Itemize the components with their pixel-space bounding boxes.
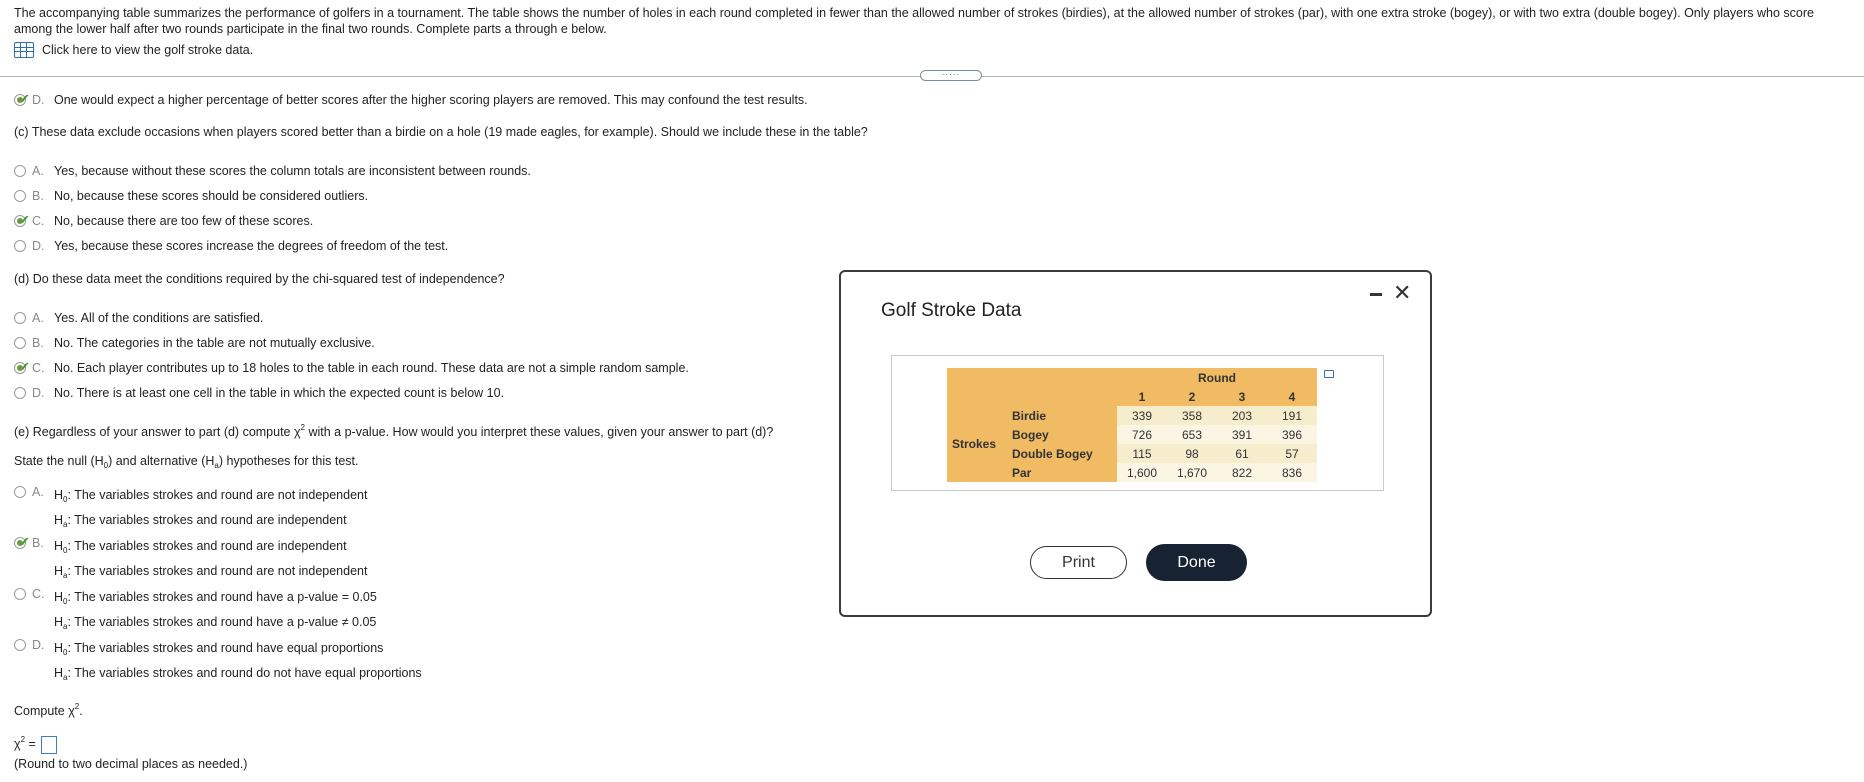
partc-question: (c) These data exclude occasions when pl… [14,125,868,139]
radio-icon[interactable] [14,337,26,349]
parte-option-d[interactable]: D. H0: The variables strokes and round h… [14,638,422,688]
partd-question: (d) Do these data meet the conditions re… [14,272,505,286]
partd-option-a[interactable]: A. Yes. All of the conditions are satisf… [14,311,263,325]
table-grid-icon [14,42,34,58]
copy-table-icon[interactable] [1324,370,1334,378]
hypothesis-prompt: State the null (H0) and alternative (Ha)… [14,454,359,470]
partd-option-b[interactable]: B. No. The categories in the table are n… [14,336,375,350]
problem-intro: The accompanying table summarizes the pe… [14,6,1814,36]
partd-option-d[interactable]: D. No. There is at least one cell in the… [14,386,504,400]
radio-icon[interactable] [14,190,26,202]
parte-option-a[interactable]: A. H0: The variables strokes and round a… [14,485,367,535]
radio-selected-icon[interactable]: ✔ [14,91,30,106]
radio-icon[interactable] [14,486,26,498]
parte-option-c[interactable]: C. H0: The variables strokes and round h… [14,587,377,637]
correct-check-icon: ✔ [19,534,30,549]
dialog-title: Golf Stroke Data [881,300,1022,321]
golf-data-dialog: Golf Stroke Data ✕ Round 1 2 3 4 Strokes… [839,270,1432,617]
strokes-header: Strokes [947,406,1007,482]
partd-option-c[interactable]: ✔ C. No. Each player contributes up to 1… [14,359,689,375]
partc-option-d[interactable]: D. Yes, because these scores increase th… [14,239,448,253]
golf-stroke-table: Round 1 2 3 4 Strokes Birdie 339 358 203… [947,368,1317,482]
minimize-icon[interactable] [1369,286,1383,300]
expand-handle[interactable]: ····· [920,70,982,81]
radio-selected-icon[interactable]: ✔ [14,534,30,549]
close-icon[interactable]: ✕ [1393,282,1411,304]
partc-option-c[interactable]: ✔ C. No, because there are too few of th… [14,212,313,228]
data-table-frame: Round 1 2 3 4 Strokes Birdie 339 358 203… [891,355,1384,491]
radio-icon[interactable] [14,312,26,324]
done-button[interactable]: Done [1146,544,1247,581]
radio-selected-icon[interactable]: ✔ [14,359,30,374]
radio-icon[interactable] [14,639,26,651]
round-header: Round [1117,368,1317,387]
correct-check-icon: ✔ [19,359,30,374]
radio-icon[interactable] [14,165,26,177]
partb-option-d[interactable]: ✔ D. One would expect a higher percentag… [14,91,808,107]
correct-check-icon: ✔ [19,91,30,106]
table-row: Strokes Birdie 339 358 203 191 [947,406,1317,482]
parte-option-b[interactable]: ✔ B. H0: The variables strokes and round… [14,534,367,586]
rounding-note: (Round to two decimal places as needed.) [14,757,248,771]
view-data-link[interactable]: Click here to view the golf stroke data. [14,42,253,58]
round-col-3: 3 [1217,387,1267,406]
round-col-4: 4 [1267,387,1317,406]
chi-square-answer-row: χ2 = [14,735,58,754]
view-data-link-label[interactable]: Click here to view the golf stroke data. [42,43,253,57]
parte-question: (e) Regardless of your answer to part (d… [14,423,774,439]
partc-option-a[interactable]: A. Yes, because without these scores the… [14,164,531,178]
round-col-1: 1 [1117,387,1167,406]
radio-icon[interactable] [14,588,26,600]
partc-option-b[interactable]: B. No, because these scores should be co… [14,189,368,203]
round-col-2: 2 [1167,387,1217,406]
radio-icon[interactable] [14,387,26,399]
print-button[interactable]: Print [1030,546,1127,579]
radio-selected-icon[interactable]: ✔ [14,212,30,227]
chi-square-input[interactable] [41,735,58,754]
correct-check-icon: ✔ [19,212,30,227]
radio-icon[interactable] [14,240,26,252]
compute-prompt: Compute χ2. [14,702,83,718]
